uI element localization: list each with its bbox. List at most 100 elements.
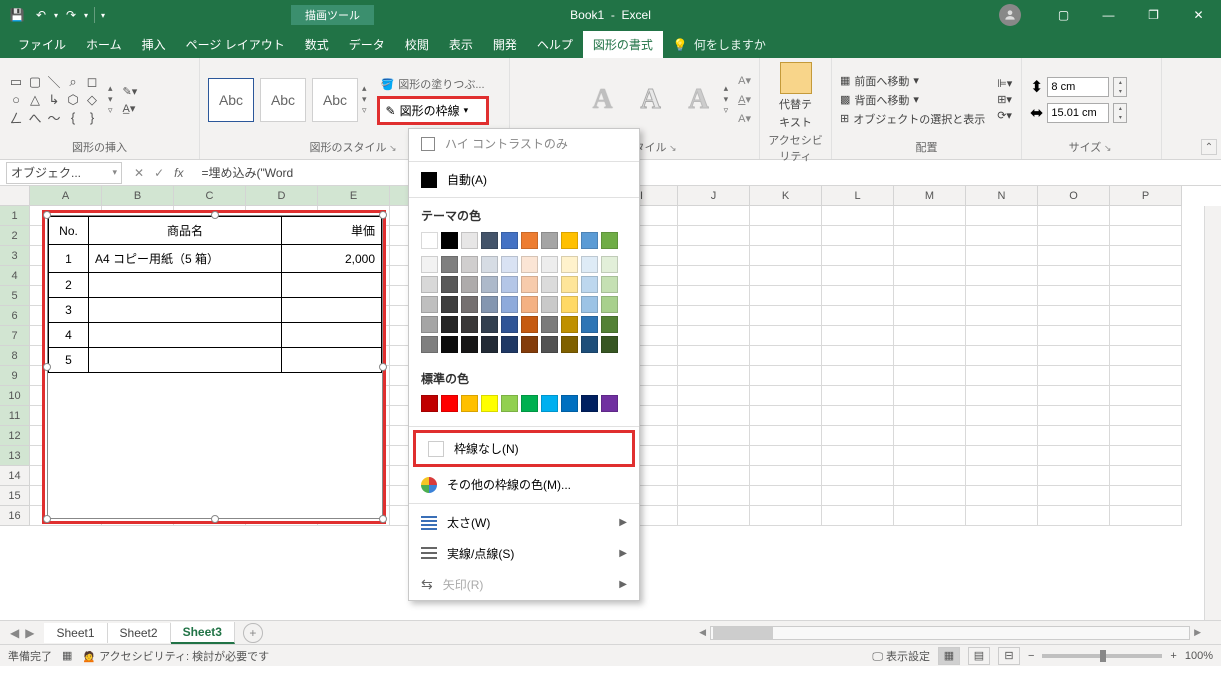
quick-access-toolbar: 💾 ↶▾ ↷▾ ▾ [0, 4, 111, 26]
send-backward-button[interactable]: ▩背面へ移動 ▾ [840, 92, 985, 108]
standard-color-grid[interactable] [409, 391, 639, 423]
enter-formula-button[interactable]: ✓ [154, 166, 164, 180]
text-box-button[interactable]: A̲▾ [123, 102, 138, 115]
close-button[interactable]: ✕ [1176, 0, 1221, 30]
sheet-tab[interactable]: Sheet1 [44, 623, 107, 643]
account-avatar[interactable] [999, 4, 1021, 26]
dashes-submenu[interactable]: 実線/点線(S)▶ [409, 538, 639, 569]
group-button[interactable]: ⊞▾ [997, 93, 1012, 106]
embedded-table: No.商品名単価 1A4 コピー用紙（5 箱）2,000 2 3 4 5 [48, 216, 382, 373]
no-outline-icon [428, 441, 444, 457]
undo-button[interactable]: ↶ [30, 4, 52, 26]
sheet-tab[interactable]: Sheet2 [108, 623, 171, 643]
ribbon-tabs: ファイル ホーム 挿入 ページ レイアウト 数式 データ 校閲 表示 開発 ヘル… [0, 30, 1221, 58]
group-label: 図形のスタイル [309, 142, 386, 154]
tab-formulas[interactable]: 数式 [295, 31, 339, 58]
sheet-nav[interactable]: ◀▶ [0, 626, 44, 640]
macro-record-icon[interactable]: ▦ [62, 649, 72, 662]
shape-fill-button[interactable]: 🪣図形の塗りつぶ... [377, 74, 489, 94]
row-headers[interactable]: 12345678910111213141516 [0, 206, 30, 526]
restore-button[interactable]: ❐ [1131, 0, 1176, 30]
save-button[interactable]: 💾 [6, 4, 28, 26]
tab-shape-format[interactable]: 図形の書式 [583, 31, 663, 58]
tab-page-layout[interactable]: ページ レイアウト [176, 31, 295, 58]
insert-function-button[interactable]: fx [174, 166, 183, 180]
redo-button[interactable]: ↷ [60, 4, 82, 26]
accessibility-status[interactable]: 🙍 アクセシビリティ: 検討が必要です [82, 648, 269, 664]
pen-icon: ✎ [386, 104, 396, 118]
bring-forward-button[interactable]: ▦前面へ移動 ▾ [840, 73, 985, 89]
zoom-out-button[interactable]: − [1028, 650, 1034, 662]
tab-view[interactable]: 表示 [439, 31, 483, 58]
normal-view-button[interactable]: ▦ [938, 647, 960, 665]
name-box[interactable]: オブジェク...▾ [6, 162, 122, 184]
display-settings-button[interactable]: 🖵 表示設定 [872, 648, 930, 664]
tab-file[interactable]: ファイル [8, 31, 76, 58]
high-contrast-option[interactable]: ハイ コントラストのみ [409, 129, 639, 158]
shapes-gallery[interactable]: ▭▢＼⌕◻ ○△↳⬡◇ ㄥへ〜{} [8, 74, 100, 126]
horizontal-scrollbar[interactable]: ◀▶ [263, 626, 1221, 640]
group-label: アクセシビリティ [768, 130, 823, 166]
edit-shape-button[interactable]: ✎▾ [123, 85, 138, 98]
sheet-tab[interactable]: Sheet3 [171, 622, 235, 644]
ribbon-display-button[interactable]: ▢ [1041, 0, 1086, 30]
width-icon: ⬌ [1030, 103, 1043, 123]
zoom-in-button[interactable]: + [1170, 650, 1176, 662]
title-text: Book1 - Excel [570, 8, 651, 22]
alt-text-icon [780, 62, 812, 94]
no-outline-option[interactable]: 枠線なし(N) [416, 433, 632, 464]
zoom-slider[interactable] [1042, 654, 1162, 658]
arrows-icon: ⇆ [421, 576, 433, 593]
theme-color-grid[interactable] [409, 228, 639, 364]
shape-outline-button[interactable]: ✎図形の枠線▾ [377, 96, 489, 125]
text-outline-button[interactable]: A▾ [738, 93, 751, 106]
selection-pane-icon: ⊞ [840, 112, 849, 125]
height-icon: ⬍ [1030, 77, 1043, 97]
group-accessibility: 代替テキスト アクセシビリティ [760, 58, 832, 159]
dialog-launcher-icon[interactable]: ↘ [386, 143, 399, 153]
group-arrange: ▦前面へ移動 ▾ ▩背面へ移動 ▾ ⊞オブジェクトの選択と表示 ⊫▾ ⊞▾ ⟳▾… [832, 58, 1022, 159]
zoom-level[interactable]: 100% [1185, 650, 1213, 662]
more-colors-option[interactable]: その他の枠線の色(M)... [409, 469, 639, 500]
sheet-tab-bar: ◀▶ Sheet1 Sheet2 Sheet3 + ◀▶ [0, 620, 1221, 644]
selection-pane-button[interactable]: ⊞オブジェクトの選択と表示 [840, 111, 985, 127]
add-sheet-button[interactable]: + [243, 623, 263, 643]
auto-swatch-icon [421, 172, 437, 188]
bring-forward-icon: ▦ [840, 74, 850, 87]
tab-help[interactable]: ヘルプ [527, 31, 583, 58]
theme-colors-header: テーマの色 [409, 201, 639, 228]
page-layout-view-button[interactable]: ▤ [968, 647, 990, 665]
text-effects-button[interactable]: A▾ [738, 112, 751, 125]
rotate-button[interactable]: ⟳▾ [997, 109, 1012, 122]
tab-review[interactable]: 校閲 [395, 31, 439, 58]
shape-outline-dropdown: ハイ コントラストのみ 自動(A) テーマの色 標準の色 枠線なし(N) その他… [408, 128, 640, 601]
minimize-button[interactable]: — [1086, 0, 1131, 30]
vertical-scrollbar[interactable] [1204, 206, 1221, 620]
auto-color-option[interactable]: 自動(A) [409, 165, 639, 194]
group-label: サイズ [1069, 142, 1102, 154]
cancel-formula-button[interactable]: ✕ [134, 166, 144, 180]
height-field[interactable]: ⬍▴▾ [1030, 77, 1127, 97]
dialog-launcher-icon[interactable]: ↘ [1101, 143, 1114, 153]
text-fill-button[interactable]: A▾ [738, 74, 751, 87]
weight-icon [421, 516, 437, 530]
tell-me[interactable]: 💡何をしますか [663, 31, 776, 58]
alt-text-button[interactable]: 代替テキスト [768, 62, 823, 130]
tab-developer[interactable]: 開発 [483, 31, 527, 58]
align-button[interactable]: ⊫▾ [997, 77, 1012, 90]
embedded-object[interactable]: No.商品名単価 1A4 コピー用紙（5 箱）2,000 2 3 4 5 [42, 210, 386, 524]
collapse-ribbon-button[interactable]: ⌃ [1201, 139, 1217, 155]
lightbulb-icon: 💡 [673, 38, 688, 52]
page-break-view-button[interactable]: ⊟ [998, 647, 1020, 665]
group-label: 図形の挿入 [8, 137, 191, 157]
shape-style-gallery[interactable]: Abc Abc Abc [208, 78, 358, 122]
tab-home[interactable]: ホーム [76, 31, 132, 58]
width-field[interactable]: ⬌▴▾ [1030, 103, 1127, 123]
weight-submenu[interactable]: 太さ(W)▶ [409, 507, 639, 538]
formula-input[interactable]: =埋め込み("Word [195, 164, 1221, 181]
wordart-gallery[interactable]: A A A [582, 78, 720, 122]
tab-data[interactable]: データ [339, 31, 395, 58]
dialog-launcher-icon[interactable]: ↘ [666, 143, 679, 153]
paint-bucket-icon: 🪣 [381, 78, 395, 91]
tab-insert[interactable]: 挿入 [132, 31, 176, 58]
